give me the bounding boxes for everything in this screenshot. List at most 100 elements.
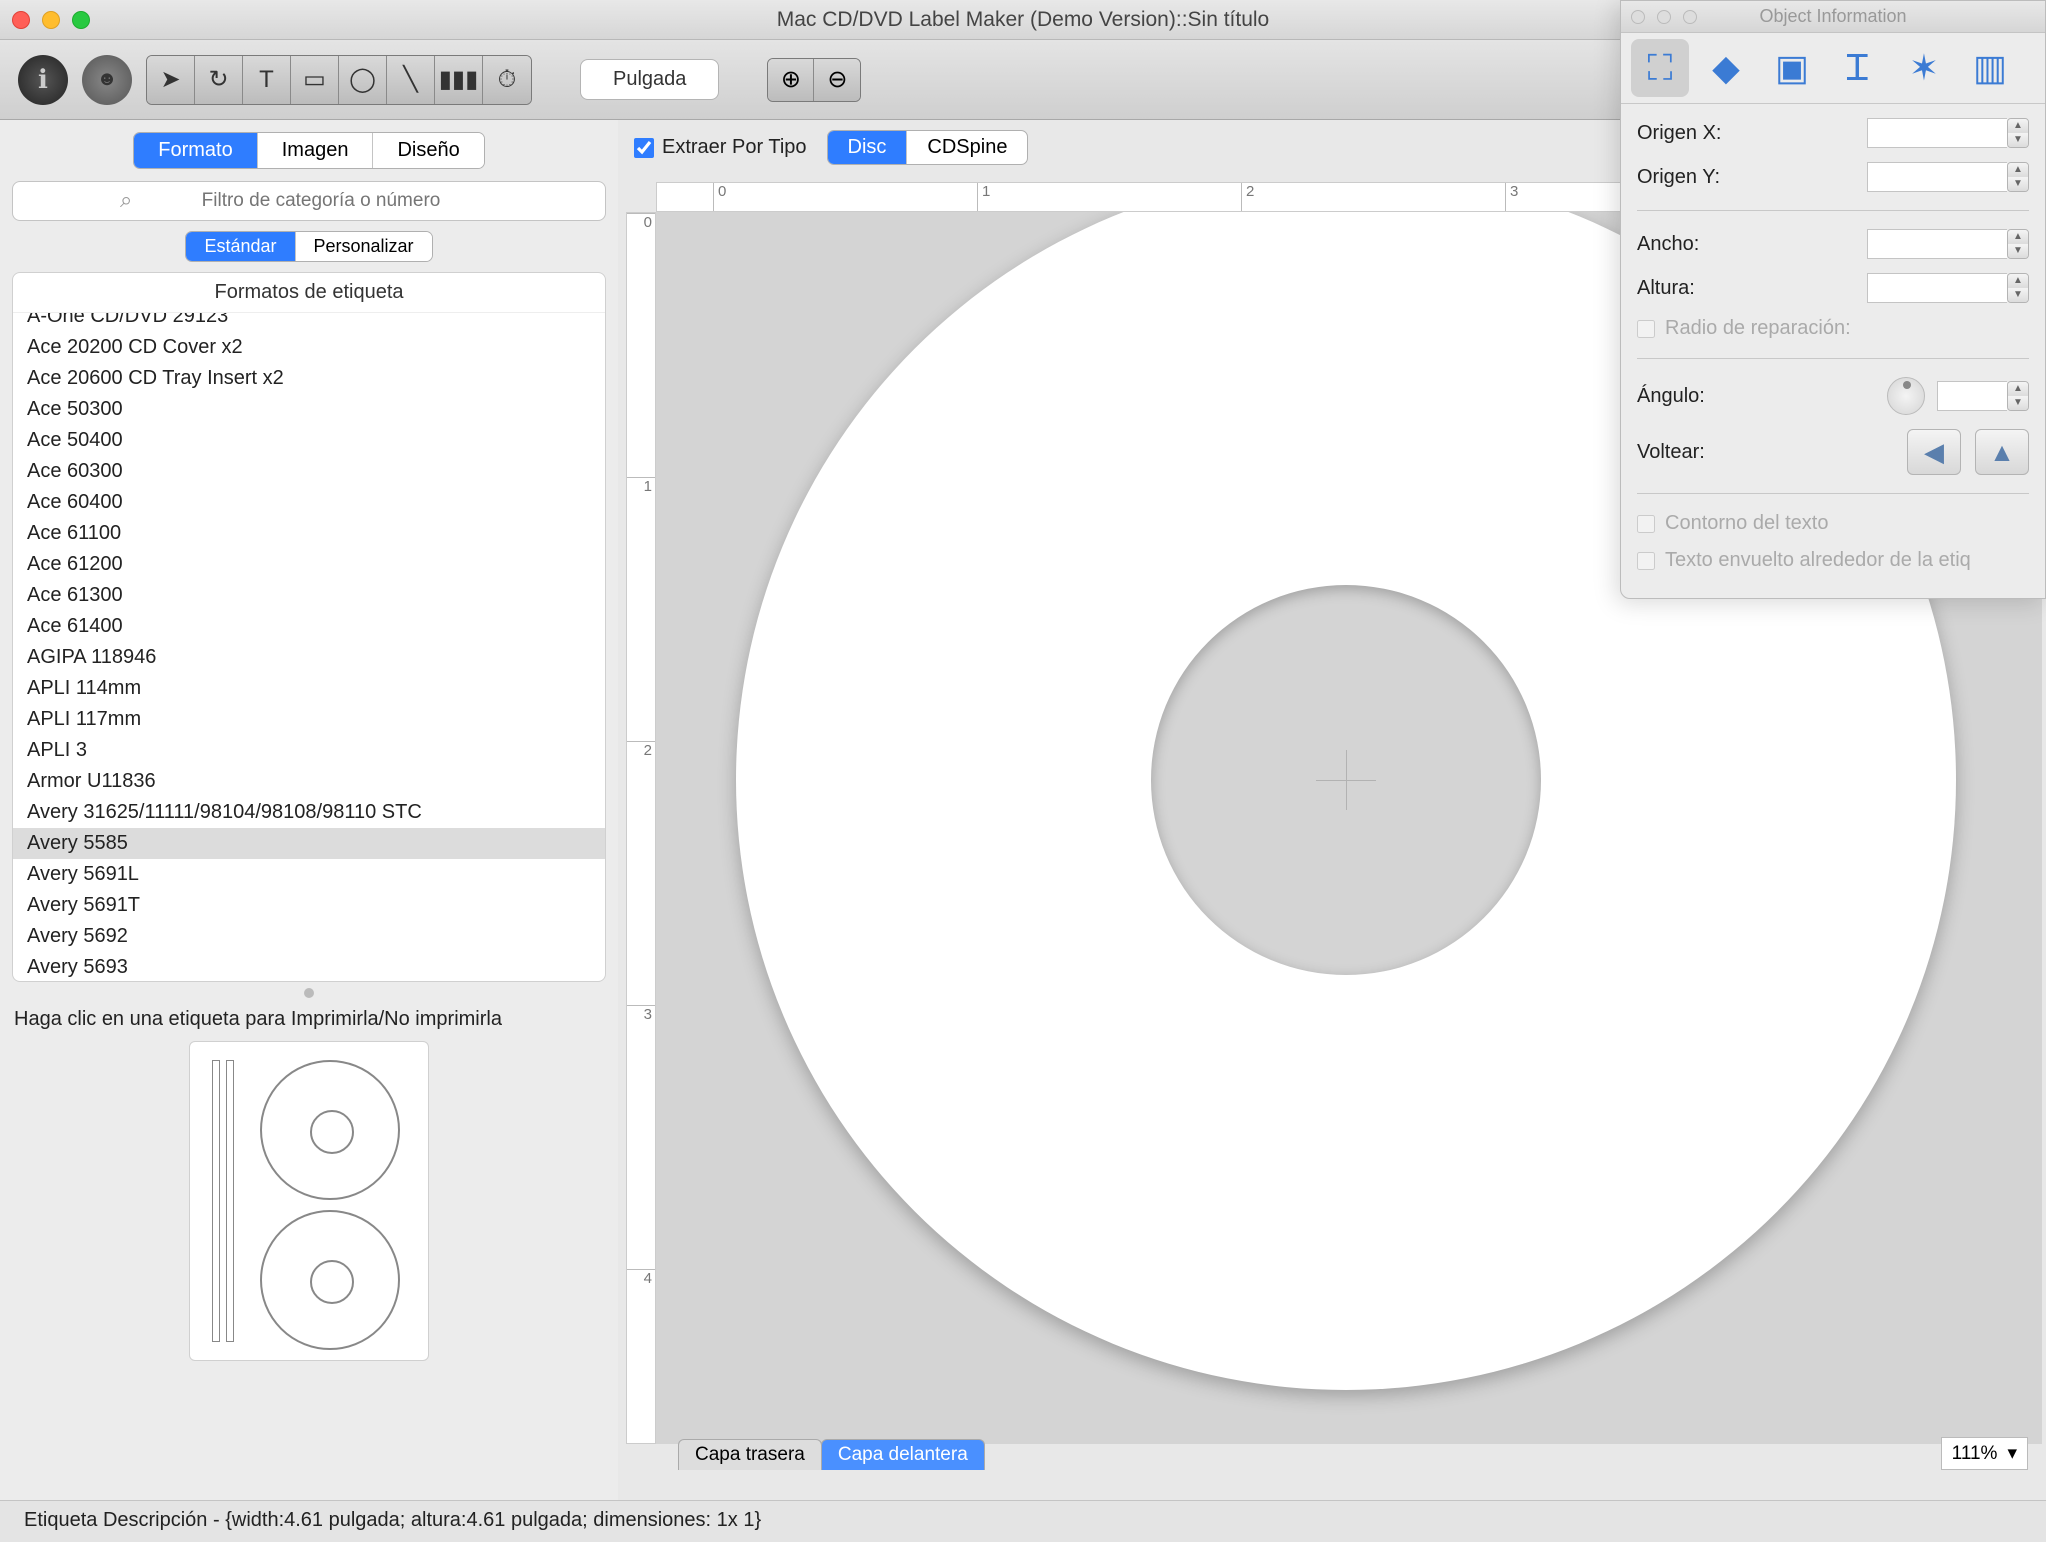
list-item[interactable]: Avery 5692 — [13, 921, 605, 952]
list-item[interactable]: A-One CD/DVD 29123 — [13, 313, 605, 332]
tab-disc[interactable]: Disc — [828, 131, 908, 164]
zoom-in-button[interactable]: ⊕ — [768, 59, 814, 101]
inspector-body: Origen X: ▲▼ Origen Y: ▲▼ Ancho: ▲▼ Altu… — [1621, 104, 2045, 598]
tab-cdspine[interactable]: CDSpine — [907, 131, 1027, 164]
label-angle: Ángulo: — [1637, 385, 1705, 408]
unit-button[interactable]: Pulgada — [580, 59, 719, 100]
list-item[interactable]: Ace 60400 — [13, 487, 605, 518]
extract-checkbox[interactable]: Extraer Por Tipo — [634, 136, 807, 159]
layer-front[interactable]: Capa delantera — [821, 1439, 985, 1470]
input-height[interactable] — [1867, 273, 2007, 303]
inspector-title: Object Information — [1759, 6, 1906, 27]
angle-dial[interactable] — [1887, 377, 1925, 415]
extract-checkbox-input[interactable] — [634, 138, 654, 158]
format-list-header: Formatos de etiqueta — [13, 273, 605, 313]
resize-handle[interactable] — [12, 988, 606, 998]
tab-formato[interactable]: Formato — [134, 133, 257, 168]
list-item[interactable]: APLI 3 — [13, 735, 605, 766]
pointer-tool[interactable]: ➤ — [147, 56, 195, 104]
rect-tool[interactable]: ▭ — [291, 56, 339, 104]
inspector-titlebar: Object Information — [1621, 1, 2045, 33]
label-width: Ancho: — [1637, 233, 1699, 256]
crosshair-icon — [1316, 750, 1376, 810]
list-item[interactable]: Ace 61200 — [13, 549, 605, 580]
type-tabs: Disc CDSpine — [827, 130, 1029, 165]
input-angle[interactable] — [1937, 381, 2007, 411]
zoom-group: ⊕ ⊖ — [767, 58, 861, 102]
stepper-height[interactable]: ▲▼ — [2007, 273, 2029, 303]
preview-hint: Haga clic en una etiqueta para Imprimirl… — [12, 1004, 606, 1035]
layout-preview[interactable] — [189, 1041, 429, 1361]
zoom-readout[interactable]: 111% ▾ — [1941, 1437, 2028, 1470]
list-item[interactable]: Avery 31625/11111/98104/98108/98110 STC — [13, 797, 605, 828]
list-item[interactable]: Ace 61100 — [13, 518, 605, 549]
subtab-estandar[interactable]: Estándar — [186, 232, 295, 261]
insp-tab-fill[interactable]: ◆ — [1697, 39, 1755, 97]
stepper-origin-y[interactable]: ▲▼ — [2007, 162, 2029, 192]
text-tool[interactable]: T — [243, 56, 291, 104]
inspector-tabs: ⛶ ◆ ▣ Ꮖ ✶ ▥ — [1621, 33, 2045, 104]
text-icon: Ꮖ — [1846, 47, 1870, 90]
insp-tab-text[interactable]: Ꮖ — [1829, 39, 1887, 97]
barcode-tool[interactable]: ▮▮▮ — [435, 56, 483, 104]
tab-imagen[interactable]: Imagen — [258, 133, 374, 168]
subtab-personalizar[interactable]: Personalizar — [296, 232, 432, 261]
input-origin-y[interactable] — [1867, 162, 2007, 192]
list-item[interactable]: Ace 20200 CD Cover x2 — [13, 332, 605, 363]
list-item[interactable]: Ace 61300 — [13, 580, 605, 611]
list-item[interactable]: Ace 50300 — [13, 394, 605, 425]
layer-back[interactable]: Capa trasera — [678, 1439, 822, 1470]
list-item[interactable]: Ace 61400 — [13, 611, 605, 642]
insp-tab-effects[interactable]: ▥ — [1961, 39, 2019, 97]
list-item[interactable]: Avery 5585 — [13, 828, 605, 859]
timer-tool[interactable]: ⏱ — [483, 56, 531, 104]
layer-tabs: Capa trasera Capa delantera — [678, 1439, 984, 1470]
tab-diseno[interactable]: Diseño — [373, 133, 483, 168]
list-item[interactable]: Ace 60300 — [13, 456, 605, 487]
extract-label: Extraer Por Tipo — [662, 136, 807, 159]
flip-horizontal-button[interactable]: ◀ — [1907, 429, 1961, 475]
ellipse-tool[interactable]: ◯ — [339, 56, 387, 104]
line-tool[interactable]: ╲ — [387, 56, 435, 104]
zoom-out-button[interactable]: ⊖ — [814, 59, 860, 101]
label-radius: Radio de reparación: — [1665, 317, 1851, 340]
wrap-checkbox — [1637, 552, 1655, 570]
stepper-angle[interactable]: ▲▼ — [2007, 381, 2029, 411]
list-item[interactable]: AGIPA 118946 — [13, 642, 605, 673]
list-item[interactable]: Armor U11836 — [13, 766, 605, 797]
fill-icon: ◆ — [1712, 47, 1740, 89]
effects-icon: ▥ — [1973, 47, 2007, 89]
stepper-width[interactable]: ▲▼ — [2007, 229, 2029, 259]
panel-min-icon[interactable] — [1657, 10, 1671, 24]
status-bar: Etiqueta Descripción - {width:4.61 pulga… — [0, 1500, 2046, 1542]
label-origin-y: Origen Y: — [1637, 166, 1720, 189]
stepper-origin-x[interactable]: ▲▼ — [2007, 118, 2029, 148]
image-icon: ▣ — [1775, 47, 1809, 89]
insp-tab-align[interactable]: ✶ — [1895, 39, 1953, 97]
list-item[interactable]: APLI 114mm — [13, 673, 605, 704]
format-list[interactable]: A-One CD/DVD 29123Ace 20200 CD Cover x2A… — [13, 313, 605, 981]
input-origin-x[interactable] — [1867, 118, 2007, 148]
info-button[interactable]: ℹ — [18, 55, 68, 105]
panel-max-icon[interactable] — [1683, 10, 1697, 24]
flip-vertical-button[interactable]: ▲ — [1975, 429, 2029, 475]
search-input[interactable] — [12, 181, 606, 221]
insp-tab-geometry[interactable]: ⛶ — [1631, 39, 1689, 97]
insp-tab-image[interactable]: ▣ — [1763, 39, 1821, 97]
list-item[interactable]: Avery 5693 — [13, 952, 605, 981]
list-item[interactable]: APLI 117mm — [13, 704, 605, 735]
mask-button[interactable]: ☻ — [82, 55, 132, 105]
panel-close-icon[interactable] — [1631, 10, 1645, 24]
rotate-tool[interactable]: ↻ — [195, 56, 243, 104]
format-list-panel: Formatos de etiqueta A-One CD/DVD 29123A… — [12, 272, 606, 982]
list-item[interactable]: Ace 50400 — [13, 425, 605, 456]
list-item[interactable]: Ace 20600 CD Tray Insert x2 — [13, 363, 605, 394]
dropdown-icon: ▾ — [2007, 1442, 2017, 1465]
tool-group: ➤ ↻ T ▭ ◯ ╲ ▮▮▮ ⏱ — [146, 55, 532, 105]
list-item[interactable]: Avery 5691T — [13, 890, 605, 921]
sidebar-tabs: Formato Imagen Diseño — [12, 132, 606, 169]
list-item[interactable]: Avery 5691L — [13, 859, 605, 890]
input-width[interactable] — [1867, 229, 2007, 259]
label-height: Altura: — [1637, 277, 1695, 300]
geometry-icon: ⛶ — [1647, 47, 1672, 90]
